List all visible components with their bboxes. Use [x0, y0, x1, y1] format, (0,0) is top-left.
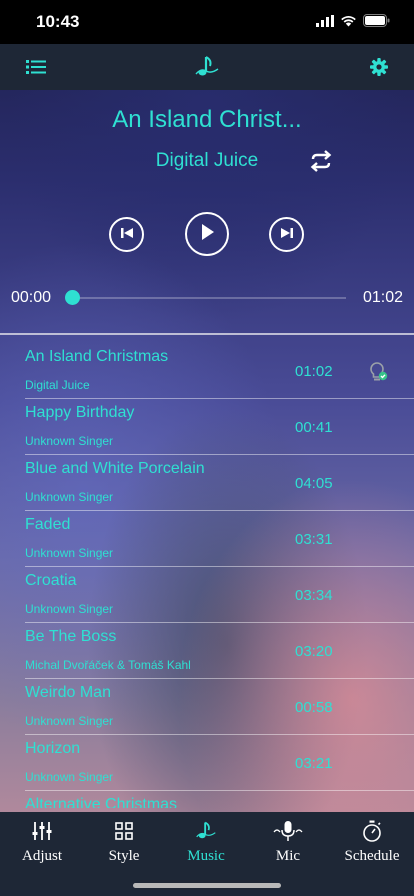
previous-icon — [120, 226, 134, 244]
current-time: 00:00 — [11, 289, 52, 306]
song-title: Faded — [25, 516, 71, 533]
song-title: Horizon — [25, 740, 81, 757]
list-icon[interactable] — [22, 53, 50, 81]
play-button[interactable] — [185, 212, 229, 256]
playlist-row[interactable]: Croatia Unknown Singer 03:34 — [25, 567, 414, 623]
divider — [0, 333, 414, 335]
song-artist: Unknown Singer — [25, 490, 114, 504]
song-duration: 00:41 — [295, 419, 333, 436]
song-artist: Unknown Singer — [25, 434, 114, 448]
song-duration: 00:58 — [295, 699, 333, 716]
player-panel: An Island Christ... Digital Juice 00:00 … — [0, 90, 414, 334]
playlist-row[interactable]: Be The Boss Michal Dvořáček & Tomáš Kahl… — [25, 623, 414, 679]
music-note-icon — [165, 818, 247, 844]
tab-label: Music — [187, 848, 225, 864]
home-indicator[interactable] — [133, 883, 281, 888]
status-time: 10:43 — [36, 12, 80, 31]
song-duration: 03:34 — [295, 587, 333, 604]
nav-bar — [0, 44, 414, 90]
next-icon — [280, 226, 294, 244]
song-artist: Unknown Singer — [25, 546, 114, 560]
song-title: Alternative Christmas — [25, 796, 178, 808]
progress-track[interactable] — [72, 297, 346, 299]
song-title: Be The Boss — [25, 628, 117, 645]
song-duration: 04:05 — [295, 475, 333, 492]
timer-icon — [331, 818, 413, 844]
next-button[interactable] — [269, 217, 304, 252]
playlist-row[interactable]: Happy Birthday Unknown Singer 00:41 — [25, 399, 414, 455]
tab-label: Adjust — [21, 848, 62, 864]
tab-adjust[interactable]: Adjust — [1, 818, 83, 865]
song-duration: 01:02 — [295, 363, 333, 380]
signal-icon — [316, 14, 334, 32]
song-title: Weirdo Man — [25, 684, 111, 701]
playlist-row[interactable]: Blue and White Porcelain Unknown Singer … — [25, 455, 414, 511]
song-artist: Michal Dvořáček & Tomáš Kahl — [25, 658, 191, 672]
playlist-row[interactable]: Horizon Unknown Singer 03:21 — [25, 735, 414, 791]
tab-mic[interactable]: Mic — [247, 818, 329, 865]
sliders-icon — [1, 818, 83, 844]
tab-label: Mic — [275, 848, 301, 864]
music-note-icon — [193, 53, 221, 81]
song-title: Happy Birthday — [25, 404, 135, 421]
playlist-row[interactable]: Weirdo Man Unknown Singer 00:58 — [25, 679, 414, 735]
tab-music[interactable]: Music — [165, 818, 247, 865]
now-playing-artist: Digital Juice — [155, 150, 259, 171]
song-title: Croatia — [25, 572, 77, 589]
song-artist: Digital Juice — [25, 378, 90, 392]
playlist-row[interactable]: Faded Unknown Singer 03:31 — [25, 511, 414, 567]
song-duration: 03:21 — [295, 755, 333, 772]
microphone-icon — [247, 818, 329, 844]
wifi-icon — [340, 14, 357, 32]
song-title: Blue and White Porcelain — [25, 460, 205, 477]
now-playing-title: An Island Christ... — [112, 106, 302, 133]
repeat-icon[interactable] — [306, 146, 336, 176]
tab-style[interactable]: Style — [83, 818, 165, 865]
song-duration: 03:31 — [295, 531, 333, 548]
song-title: An Island Christmas — [25, 348, 169, 365]
status-bar: 10:43 — [0, 0, 414, 44]
playlist-row[interactable]: An Island Christmas Digital Juice 01:02 — [25, 343, 414, 399]
now-playing-bulb-icon — [369, 361, 389, 383]
previous-button[interactable] — [109, 217, 144, 252]
song-artist: Unknown Singer — [25, 770, 114, 784]
playlist: An Island Christmas Digital Juice 01:02 … — [0, 343, 414, 808]
song-artist: Unknown Singer — [25, 602, 114, 616]
tab-schedule[interactable]: Schedule — [331, 818, 413, 865]
total-time: 01:02 — [362, 289, 403, 306]
playlist-row[interactable]: Alternative Christmas — [25, 791, 414, 808]
battery-icon — [363, 14, 390, 32]
play-icon — [199, 223, 215, 246]
tab-label: Style — [108, 848, 140, 864]
song-duration: 03:20 — [295, 643, 333, 660]
grid-icon — [83, 818, 165, 844]
progress-handle[interactable] — [65, 290, 80, 305]
gear-icon[interactable] — [365, 53, 393, 81]
tab-label: Schedule — [344, 848, 400, 864]
song-artist: Unknown Singer — [25, 714, 114, 728]
